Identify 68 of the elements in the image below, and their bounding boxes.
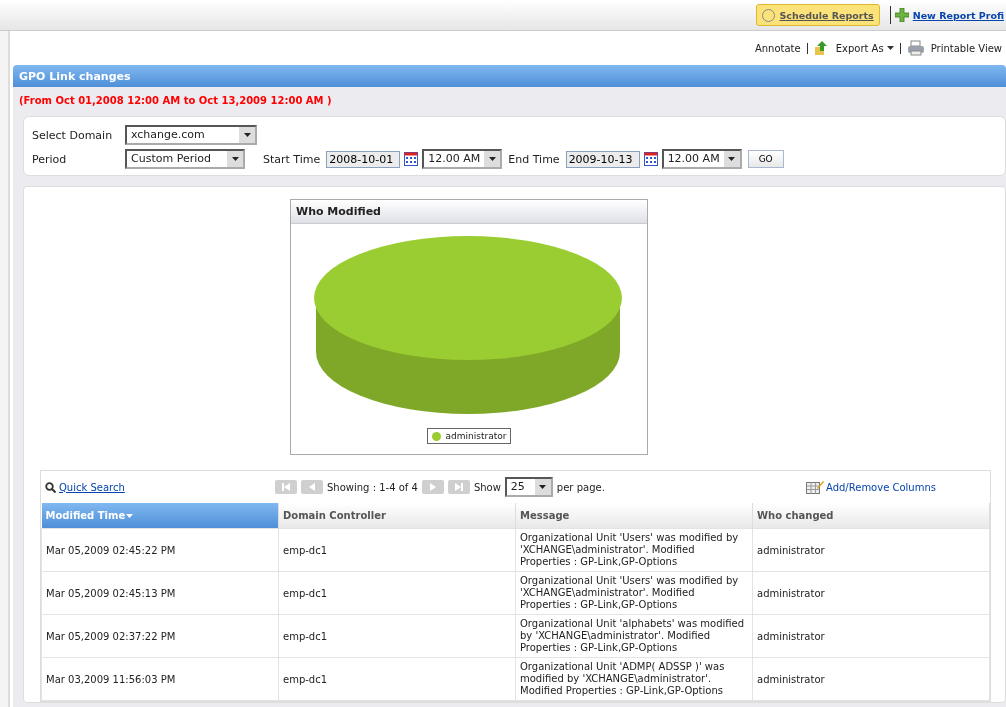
first-page-icon (282, 483, 290, 491)
go-button[interactable]: GO (747, 150, 784, 168)
export-as-menu[interactable]: Export As (835, 42, 894, 54)
start-date-field[interactable]: 2008-10-01 (326, 150, 401, 168)
caret-icon (886, 46, 894, 50)
end-time-dropdown[interactable]: 12.00 AM (661, 149, 742, 169)
show-label: Show (473, 481, 501, 493)
column-header[interactable]: Domain Controller (278, 503, 516, 529)
left-arrow-icon (309, 483, 315, 491)
caret-icon (243, 133, 251, 137)
table-cell: emp-dc1 (278, 657, 516, 701)
legend-dot (431, 431, 441, 441)
table-cell: Mar 05,2009 02:45:22 PM (41, 528, 279, 572)
period-label: Period (32, 152, 68, 166)
end-time-label: End Time (508, 152, 560, 166)
calendar-icon[interactable] (643, 152, 658, 166)
annotate-link[interactable]: Annotate (754, 42, 801, 54)
page-size-dropdown[interactable]: 25 (504, 477, 553, 497)
table-cell: administrator (752, 657, 990, 701)
table-edit-icon (806, 480, 824, 494)
table-cell: emp-dc1 (278, 614, 516, 658)
sort-caret-icon (126, 514, 134, 518)
first-page-button[interactable] (275, 480, 297, 494)
report-title: GPO Link changes (19, 69, 131, 83)
per-page-label: per page. (556, 481, 605, 493)
chart-title: Who Modified (296, 205, 381, 218)
table-cell: Mar 03,2009 11:56:03 PM (41, 657, 279, 701)
caret-icon (488, 157, 496, 161)
table-cell: administrator (752, 571, 990, 615)
table-cell: administrator (752, 528, 990, 572)
date-range-text: (From Oct 01,2008 12:00 AM to Oct 13,2009 12:00 AM ) (19, 95, 332, 106)
column-header[interactable]: Message (515, 503, 753, 529)
printer-icon (906, 40, 925, 56)
export-icon (813, 40, 830, 56)
last-page-icon (454, 483, 463, 491)
caret-icon (539, 485, 547, 489)
start-time-label: Start Time (263, 152, 321, 166)
previous-page-button[interactable] (301, 480, 323, 494)
right-arrow-icon (429, 483, 436, 491)
column-header[interactable]: Who changed (752, 503, 990, 529)
table-cell: emp-dc1 (278, 571, 516, 615)
period-dropdown[interactable]: Custom Period (125, 149, 245, 169)
calendar-icon[interactable] (404, 152, 419, 166)
table-cell: Organizational Unit 'ADMP( ADSSP )' was modified by 'XCHANGE\administrator'. Modified Properties : GP-Link,GP-Options (515, 657, 753, 701)
printable-view-link[interactable]: Printable View (930, 42, 1002, 54)
end-date-field[interactable]: 2009-10-13 (565, 150, 640, 168)
start-time-dropdown[interactable]: 12.00 AM (422, 149, 503, 169)
domain-label: Select Domain (32, 128, 114, 142)
table-cell: Organizational Unit 'alphabets' was modified by 'XCHANGE\administrator'. Modified Properties : GP-Link,GP-Options (515, 614, 753, 658)
schedule-reports-button[interactable]: Schedule Reports (756, 4, 880, 26)
legend-label: administrator (445, 431, 507, 441)
new-report-profile-link[interactable]: New Report Profi (912, 9, 1004, 21)
last-page-button[interactable] (447, 480, 470, 494)
paging-status: Showing : 1-4 of 4 (327, 481, 418, 493)
table-cell: Mar 05,2009 02:37:22 PM (41, 614, 279, 658)
domain-dropdown[interactable]: xchange.com (125, 125, 257, 145)
search-icon (45, 481, 56, 493)
add-remove-columns-link[interactable]: Add/Remove Columns (826, 481, 936, 493)
table-cell: Mar 05,2009 02:45:13 PM (41, 571, 279, 615)
next-page-button[interactable] (421, 480, 444, 494)
caret-icon (231, 157, 239, 161)
plus-icon (894, 8, 909, 22)
table-cell: Organizational Unit 'Users' was modified by 'XCHANGE\administrator'. Modified Properties : GP-Link,GP-Options (515, 571, 753, 615)
table-cell: administrator (752, 614, 990, 658)
quick-search-link[interactable]: Quick Search (59, 481, 125, 493)
table-cell: emp-dc1 (278, 528, 516, 572)
table-cell: Organizational Unit 'Users' was modified by 'XCHANGE\administrator'. Modified Properties : GP-Link,GP-Options (515, 528, 753, 572)
caret-icon (728, 157, 736, 161)
